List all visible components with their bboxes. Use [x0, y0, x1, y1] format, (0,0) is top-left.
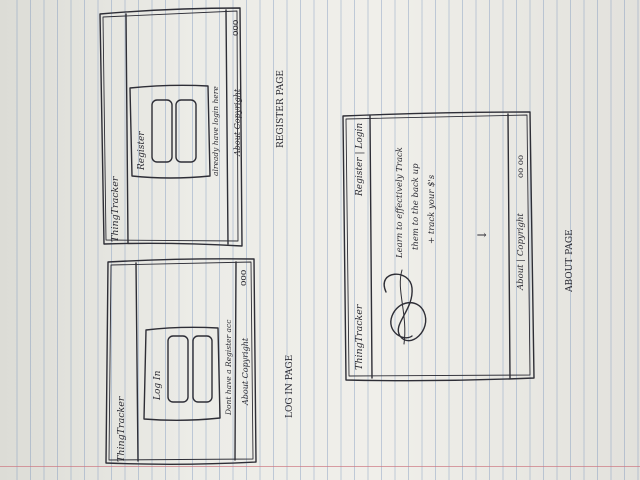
- wireframe-sketch: ThingTracker ooo Log In Dont have a Regi…: [99, 7, 575, 465]
- login-footer-text: About Copyright: [241, 337, 250, 406]
- login-page-wireframe: [105, 258, 257, 465]
- register-page-caption: REGISTER PAGE: [276, 70, 286, 148]
- login-app-name: ThingTracker: [116, 395, 127, 462]
- login-footer-bar: [234, 261, 237, 461]
- login-icons: ooo: [239, 270, 249, 286]
- register-login-link: already have login here: [211, 86, 220, 176]
- about-header-bar: [369, 115, 373, 379]
- login-page-caption: LOG IN PAGE: [285, 355, 295, 418]
- login-frame: [105, 258, 257, 465]
- login-header-bar: [135, 262, 139, 462]
- register-icons: ooo: [231, 20, 241, 36]
- register-page-wireframe: [99, 7, 243, 247]
- about-app-name: ThingTracker: [354, 303, 365, 370]
- about-nav-links: Register | Login: [355, 123, 365, 197]
- login-password-field: [192, 335, 213, 403]
- about-hero-logo-stroke: [399, 269, 406, 345]
- register-app-name: ThingTracker: [110, 175, 121, 242]
- register-frame: [99, 7, 243, 247]
- about-footer-bar: [507, 113, 511, 379]
- about-blurb-line-2: them to the back up: [411, 163, 421, 250]
- about-scroll-arrow-icon: ↓: [475, 230, 489, 240]
- register-password-field: [175, 99, 197, 163]
- register-footer-bar: [225, 9, 229, 245]
- about-icons: oo oo: [516, 155, 526, 178]
- register-email-field: [151, 99, 173, 163]
- about-frame-retrace: [345, 114, 531, 377]
- login-card-title: Log In: [153, 370, 163, 401]
- register-card-title: Register: [137, 131, 147, 171]
- login-register-link: Dont have a Register acc: [224, 319, 233, 416]
- login-username-field: [167, 335, 189, 403]
- register-footer-text: About Copyright: [233, 88, 242, 157]
- about-blurb-line-1: Learn to effectively Track: [395, 147, 405, 259]
- about-page-caption: ABOUT PAGE: [565, 229, 575, 293]
- register-header-bar: [125, 13, 129, 244]
- about-page-wireframe: [342, 111, 535, 382]
- about-blurb-line-3: + track your $'s: [427, 174, 437, 244]
- about-footer-text: About | Copyright: [516, 213, 526, 291]
